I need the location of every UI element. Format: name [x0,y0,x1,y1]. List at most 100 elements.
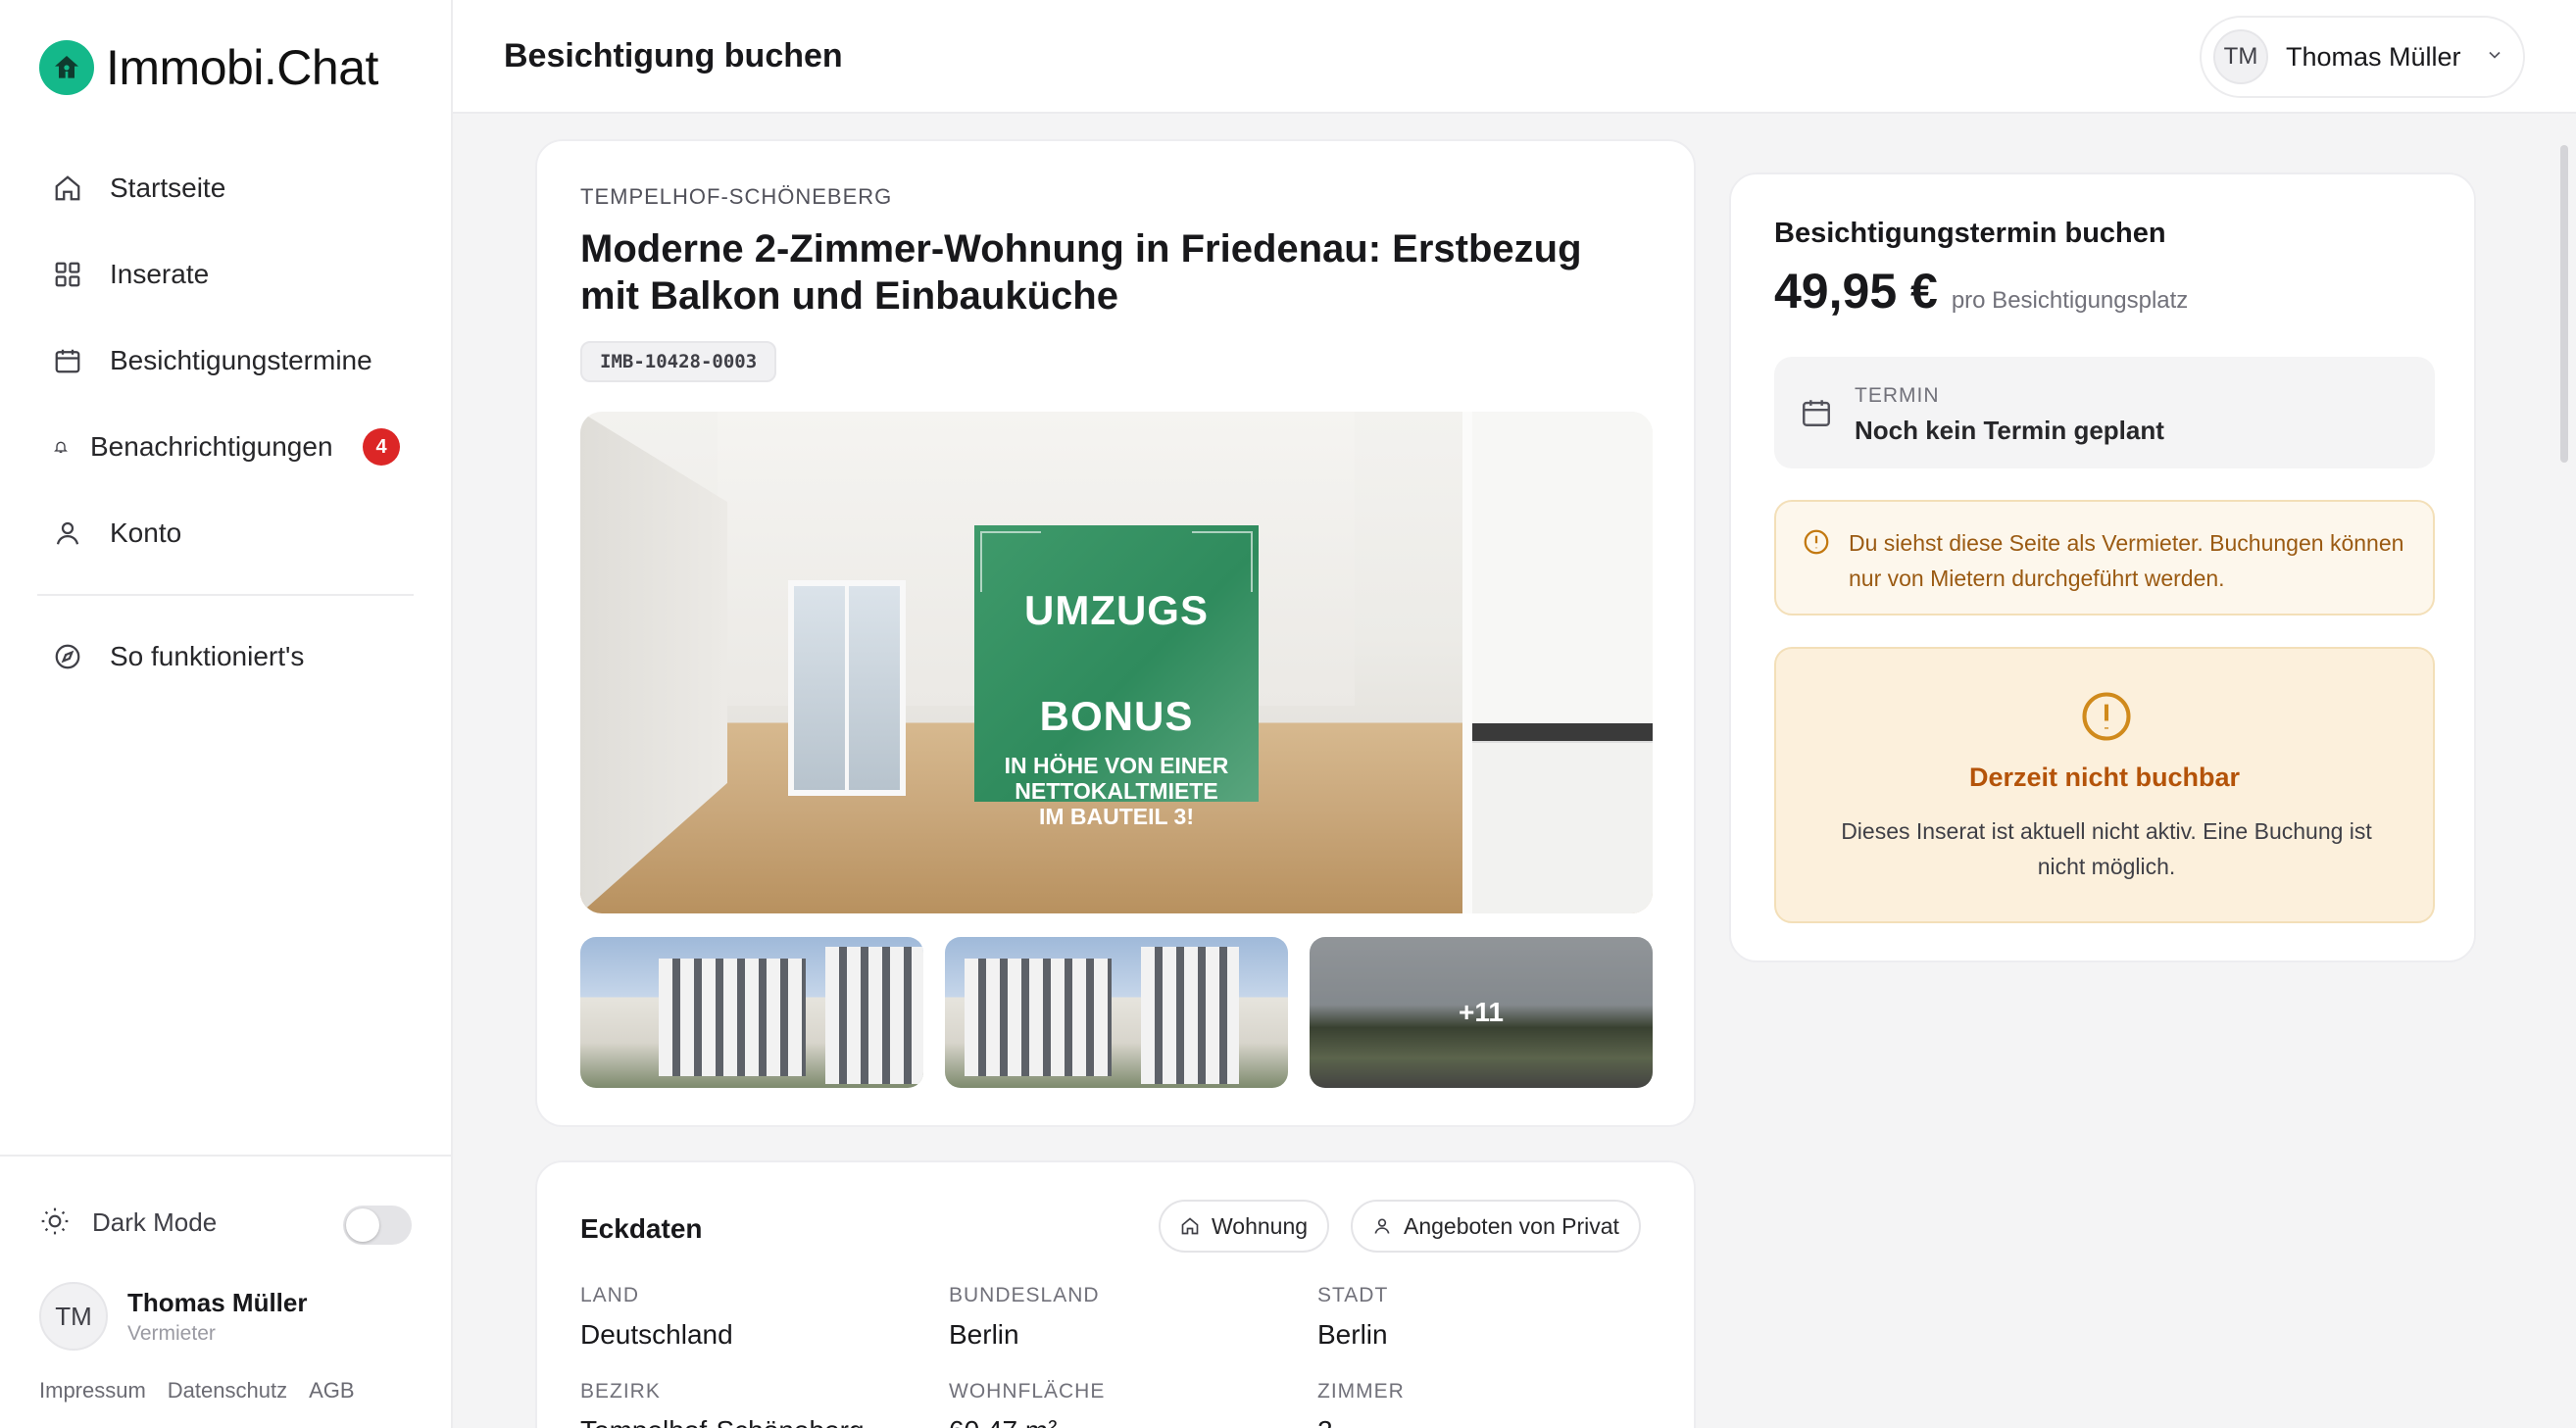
tag-label: Wohnung [1212,1212,1309,1239]
termin-box: TERMIN Noch kein Termin geplant [1774,357,2435,468]
thumb-building [1141,947,1239,1084]
landlord-notice: Du siehst diese Seite als Vermieter. Buc… [1774,500,2435,616]
fact-label: WOHNFLÄCHE [949,1380,1106,1403]
fact-wohnflaeche: WOHNFLÄCHE 60,47 m² [949,1380,1105,1428]
listing-title: Moderne 2-Zimmer-Wohnung in Friedenau: E… [580,227,1582,318]
more-photos-count: +11 [1459,997,1504,1027]
promo-banner: UMZUGS BONUS IN HÖHE VON EINER NETTOKALT… [974,525,1259,829]
alert-circle-icon [2080,690,2133,748]
page-scrollbar[interactable] [2560,145,2568,463]
thumb-building [659,959,806,1076]
thumb-building [965,959,1112,1076]
brand-logo[interactable]: Immobi.Chat [39,39,378,96]
home-icon [51,172,84,205]
datenschutz-link[interactable]: Datenschutz [168,1378,287,1403]
photo-thumbnail[interactable] [580,937,923,1088]
fact-label: ZIMMER [1317,1380,1405,1403]
toggle-knob [346,1208,379,1242]
main-nav: Startseite Inserate Besichtigungstermine… [37,145,420,700]
sidebar-item-inserate[interactable]: Inserate [37,231,420,318]
sidebar-item-benachrichtigungen[interactable]: Benachrichtigungen 4 [37,404,420,490]
notification-count-badge: 4 [363,428,400,466]
user-role: Vermieter [127,1321,216,1345]
photo-wall-left [580,412,727,913]
user-menu-button[interactable]: TM Thomas Müller [2200,16,2525,98]
facts-card: Eckdaten Wohnung Angeboten von Privat LA… [535,1160,1696,1428]
avatar: TM [2213,29,2268,84]
impressum-link[interactable]: Impressum [39,1378,146,1403]
fact-value: Berlin [1317,1319,1388,1350]
sidebar-item-startseite[interactable]: Startseite [37,145,420,231]
sidebar-item-label: Benachrichtigungen [90,431,333,462]
listing-ref-code: IMB-10428-0003 [580,341,777,382]
fact-stadt: STADT Berlin [1317,1284,1388,1351]
photo-thumbnails: +11 [580,937,1653,1088]
facts-title: Eckdaten [580,1213,703,1244]
dark-mode-row: Dark Mode [39,1206,217,1239]
fact-value: Berlin [949,1319,1019,1350]
calendar-icon [1800,396,1833,434]
fact-value: 2 [1317,1415,1405,1428]
termin-value: Noch kein Termin geplant [1855,416,2164,445]
user-name: Thomas Müller [127,1287,308,1317]
compass-icon [51,640,84,673]
avatar: TM [39,1282,108,1351]
tag-label: Angeboten von Privat [1404,1212,1619,1239]
sidebar-user[interactable]: TM Thomas Müller Vermieter [39,1282,307,1351]
fact-land: LAND Deutschland [580,1284,733,1351]
price-unit: pro Besichtigungsplatz [1951,287,2189,314]
sidebar: Immobi.Chat Startseite Inserate Besichti… [0,0,453,1428]
unavailable-title: Derzeit nicht buchbar [1968,763,2241,792]
nav-divider [37,594,414,596]
fact-label: BUNDESLAND [949,1284,1100,1306]
photo-kitchen-cabinet [1472,741,1653,913]
promo-line: IN HÖHE VON EINER [1004,753,1229,778]
footer-links: Impressum Datenschutz AGB [39,1378,355,1403]
price-amount: 49,95 € [1774,264,1938,319]
sidebar-item-label: So funktioniert's [110,641,305,671]
sidebar-item-so-funktionierts[interactable]: So funktioniert's [37,614,420,700]
fact-label: STADT [1317,1284,1389,1306]
info-circle-icon [1802,527,1831,562]
sun-icon [39,1206,73,1239]
photo-window [788,580,906,796]
dark-mode-toggle[interactable] [343,1206,412,1245]
booking-price: 49,95 € pro Besichtigungsplatz [1774,263,2188,320]
top-header: Besichtigung buchen TM Thomas Müller [453,0,2576,114]
fact-label: LAND [580,1284,640,1306]
fact-label: BEZIRK [580,1380,661,1403]
grid-icon [51,258,84,291]
photo-thumbnail[interactable] [945,937,1288,1088]
thumb-building [825,947,923,1084]
photo-kitchen-counter [1472,723,1653,741]
main-photo[interactable]: UMZUGS BONUS IN HÖHE VON EINER NETTOKALT… [580,412,1653,913]
listing-card: TEMPELHOF-SCHÖNEBERG Moderne 2-Zimmer-Wo… [535,139,1696,1127]
listing-district: TEMPELHOF-SCHÖNEBERG [580,184,893,209]
sidebar-item-label: Inserate [110,259,210,289]
photo-thumbnail-more[interactable]: +11 [1310,937,1653,1088]
sidebar-item-label: Startseite [110,172,226,203]
page-title: Besichtigung buchen [504,37,843,74]
fact-bezirk: BEZIRK Tempelhof-Schöneberg [580,1380,865,1428]
fact-value: Deutschland [580,1319,733,1350]
sidebar-item-label: Besichtigungstermine [110,345,372,375]
notice-text: Du siehst diese Seite als Vermieter. Buc… [1849,530,2404,591]
agb-link[interactable]: AGB [309,1378,354,1403]
promo-line: UMZUGS [1024,587,1209,633]
promo-line: BONUS [1039,693,1194,739]
sidebar-item-besichtigungstermine[interactable]: Besichtigungstermine [37,318,420,404]
promo-line: IM BAUTEIL 3! [1038,804,1195,829]
user-meta: Thomas Müller Vermieter [127,1288,307,1346]
user-icon [51,517,84,550]
booking-title: Besichtigungstermin buchen [1774,218,2166,249]
calendar-icon [51,344,84,377]
sidebar-item-konto[interactable]: Konto [37,490,420,576]
fact-bundesland: BUNDESLAND Berlin [949,1284,1100,1351]
logo-house-icon [39,40,94,95]
sidebar-footer: Dark Mode TM Thomas Müller Vermieter Imp… [0,1155,453,1428]
home-icon [1180,1216,1200,1236]
chevron-down-icon [2485,45,2504,70]
property-type-tag: Wohnung [1159,1200,1330,1253]
termin-label: TERMIN [1855,384,1940,407]
bell-icon [51,430,71,464]
